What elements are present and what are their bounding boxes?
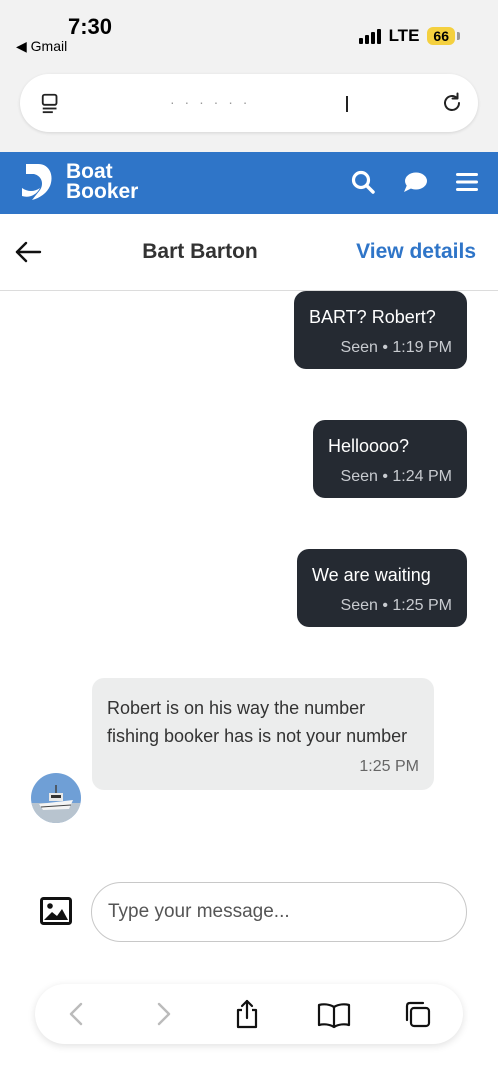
- message-meta: Seen • 1:19 PM: [340, 339, 452, 356]
- share-icon[interactable]: [233, 999, 261, 1029]
- status-bar: 7:30 ◀ Gmail LTE 66: [0, 0, 498, 60]
- browser-back-icon[interactable]: [63, 999, 91, 1029]
- message-meta: Seen • 1:25 PM: [340, 597, 452, 614]
- text-cursor: [346, 96, 348, 112]
- bookmarks-icon[interactable]: [317, 999, 351, 1029]
- conversation-header: Bart Barton View details: [0, 214, 498, 291]
- battery-icon: 66: [427, 27, 455, 45]
- browser-address-area: · · · · · ·: [0, 60, 498, 152]
- message-meta: 1:25 PM: [359, 758, 419, 775]
- search-icon[interactable]: [350, 169, 376, 195]
- browser-forward-icon[interactable]: [149, 999, 177, 1029]
- message-text: Helloooo?: [328, 436, 410, 456]
- menu-icon[interactable]: [454, 169, 480, 195]
- boat-avatar-image: [31, 773, 81, 823]
- message-text: BART? Robert?: [309, 307, 436, 327]
- conversation-title: Bart Barton: [142, 240, 258, 263]
- message-list[interactable]: BART? Robert? Seen • 1:19 PM Helloooo? S…: [0, 291, 498, 861]
- message-text: Robert is on his way the number fishing …: [107, 698, 408, 746]
- app-header: Boat Booker: [0, 152, 498, 214]
- reload-icon[interactable]: [440, 91, 464, 115]
- status-time: 7:30: [68, 14, 113, 39]
- browser-toolbar: [35, 984, 463, 1044]
- outgoing-message: BART? Robert? Seen • 1:19 PM: [294, 291, 467, 369]
- header-icons: [350, 169, 480, 195]
- avatar: [31, 773, 81, 823]
- back-to-app-link[interactable]: ◀ Gmail: [16, 38, 67, 55]
- battery-tip: [457, 32, 460, 40]
- incoming-message: Robert is on his way the number fishing …: [92, 678, 434, 790]
- brand-logo[interactable]: Boat Booker: [20, 160, 138, 204]
- message-meta: Seen • 1:24 PM: [340, 468, 452, 485]
- image-attach-icon[interactable]: [40, 897, 72, 925]
- network-label: LTE: [388, 26, 420, 45]
- status-indicators: LTE 66: [358, 26, 460, 46]
- tabs-icon[interactable]: [403, 999, 431, 1029]
- url-text: · · · · · ·: [170, 94, 251, 110]
- message-text: We are waiting: [312, 565, 431, 585]
- brand-line-1: Boat: [66, 160, 113, 183]
- address-bar[interactable]: · · · · · ·: [20, 74, 478, 132]
- outgoing-message: Helloooo? Seen • 1:24 PM: [313, 420, 467, 498]
- page-menu-icon[interactable]: [40, 92, 62, 114]
- view-details-link[interactable]: View details: [356, 240, 476, 264]
- outgoing-message: We are waiting Seen • 1:25 PM: [297, 549, 467, 627]
- chat-icon[interactable]: [402, 169, 428, 195]
- boat-logo-icon: [22, 164, 52, 200]
- signal-icon: [358, 28, 381, 44]
- brand-line-2: Booker: [66, 180, 139, 203]
- message-input[interactable]: [91, 882, 467, 942]
